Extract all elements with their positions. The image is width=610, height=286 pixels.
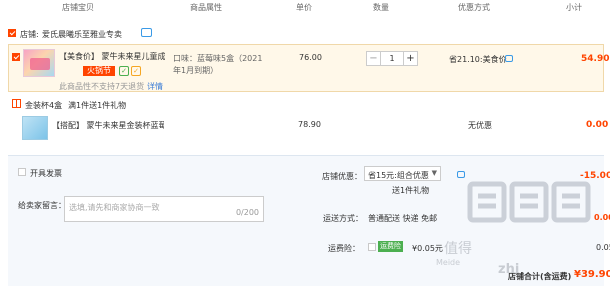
shop-discount-gift: 送1件礼物 (392, 186, 430, 195)
item-discount: 省21.10:美食价 (449, 55, 507, 64)
chevron-down-icon: ▼ (431, 169, 437, 177)
col-subtotal: 小计 (566, 3, 582, 12)
discount-info-icon[interactable] (505, 55, 513, 62)
watermark-text: Meide (436, 258, 461, 267)
service-icon: ✓ (131, 66, 141, 76)
shop-discount-value: 省15元:组合优惠 (368, 171, 429, 180)
bundle-thumbnail[interactable] (22, 116, 48, 140)
bundle-discount: 无优惠 (468, 121, 492, 130)
insurance-price: ¥0.05元 (412, 244, 443, 253)
gift-icon (12, 99, 21, 108)
col-unit-price: 单价 (296, 3, 312, 12)
shipping-method: 普通配送 快递 免邮 (368, 214, 438, 223)
item-thumbnail[interactable] (23, 49, 55, 77)
item-checkbox[interactable] (12, 53, 20, 61)
bundle-label: 金装杯4盒 (25, 101, 63, 110)
shipping-amount: 0.00 (594, 213, 610, 222)
item-unit-price: 76.00 (299, 53, 322, 62)
item-subtotal: 54.90 (581, 54, 610, 64)
message-input[interactable]: 选填,请先和商家协商一致 0/200 (64, 196, 264, 222)
bundle-unit-price: 78.90 (298, 120, 321, 129)
insurance-badge: 运费险 (378, 241, 403, 252)
col-quantity: 数量 (373, 3, 389, 12)
insurance-checkbox[interactable] (368, 243, 376, 251)
bundle-subtotal: 0.00 (586, 120, 609, 130)
bundle-item: 【搭配】 蒙牛未来星金装杯蓝莓... 78.90 无优惠 0.00 (8, 114, 608, 142)
watermark-text: 值得 (444, 241, 472, 257)
insurance-amount: 0.05 (596, 243, 610, 252)
col-discount: 优惠方式 (458, 3, 490, 12)
shop-label: 店铺: (20, 30, 39, 39)
cart-item: 【美食价】 蒙牛未来星儿童成长... 火锅节 ✓ ✓ 此商品性不支持7天退货 详… (8, 44, 609, 92)
bundle-header: 金装杯4盒 满1件送1件礼物 (0, 97, 610, 111)
shop-total-amount: ¥39.90 (574, 269, 610, 280)
shop-discount-select[interactable]: 省15元:组合优惠 ▼ (364, 166, 441, 181)
item-note: 此商品性不支持7天退货 (59, 82, 145, 91)
invoice-label: 开具发票 (30, 169, 62, 178)
shop-row: 店铺: 爱氏晨曦乐至雅业专卖 (0, 26, 610, 42)
quantity-stepper: − 1 + (366, 51, 418, 66)
shop-name-link[interactable]: 爱氏晨曦乐至雅业专卖 (42, 29, 122, 40)
shop-checkbox[interactable] (8, 29, 16, 37)
discount-info-icon[interactable] (457, 171, 465, 178)
item-attributes: 口味：蓝莓味5盒（2021年1月到期） (173, 54, 263, 75)
message-label: 给卖家留言： (18, 201, 66, 210)
shipping-label: 运送方式： (323, 214, 363, 223)
service-icon: ✓ (119, 66, 129, 76)
column-header-row: 店铺宝贝 商品属性 单价 数量 优惠方式 小计 (0, 0, 610, 14)
shop-discount-label: 店铺优惠： (322, 172, 362, 181)
watermark-logo-icon (467, 181, 591, 223)
details-link[interactable]: 详情 (147, 81, 163, 92)
col-attributes: 商品属性 (190, 3, 222, 12)
quantity-increase-button[interactable]: + (403, 52, 417, 65)
message-char-count: 0/200 (235, 208, 259, 217)
item-title-link[interactable]: 【美食价】 蒙牛未来星儿童成长... (59, 51, 165, 62)
message-placeholder: 选填,请先和商家协商一致 (69, 203, 160, 212)
bundle-title-link[interactable]: 【搭配】 蒙牛未来星金装杯蓝莓... (52, 120, 164, 131)
insurance-label: 运费险： (328, 244, 360, 253)
quantity-input[interactable]: 1 (381, 54, 403, 63)
quantity-decrease-button[interactable]: − (367, 52, 381, 65)
invoice-checkbox[interactable] (18, 168, 26, 176)
watermark-text: zhi (498, 262, 520, 277)
col-shop-item: 店铺宝贝 (62, 3, 94, 12)
chat-icon[interactable] (141, 28, 152, 37)
promo-badge: 火锅节 (83, 66, 115, 76)
bundle-promo: 满1件送1件礼物 (68, 101, 127, 110)
